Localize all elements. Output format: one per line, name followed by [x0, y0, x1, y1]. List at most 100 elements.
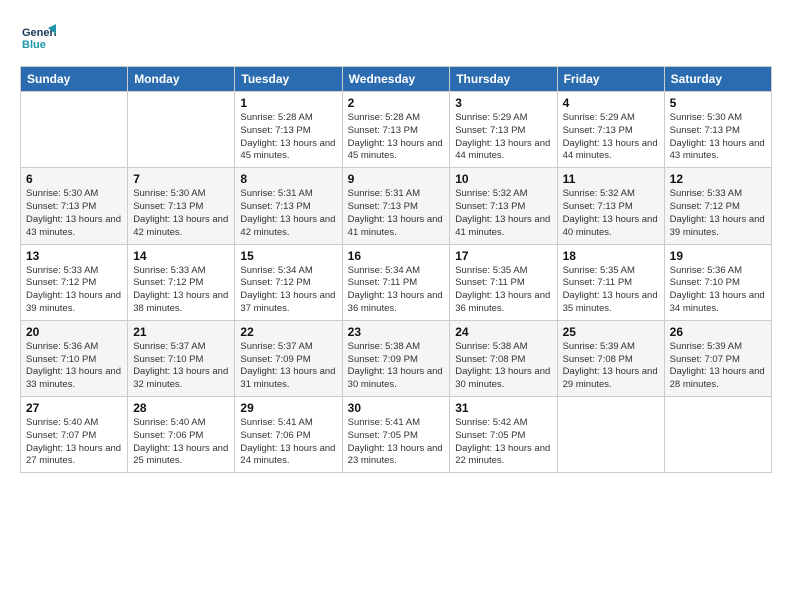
day-number: 9 — [348, 172, 445, 186]
col-header-monday: Monday — [128, 67, 235, 92]
col-header-wednesday: Wednesday — [342, 67, 450, 92]
calendar-cell: 13Sunrise: 5:33 AM Sunset: 7:12 PM Dayli… — [21, 244, 128, 320]
calendar-cell: 4 Sunrise: 5:29 AM Sunset: 7:13 PM Daylig… — [557, 92, 664, 168]
logo: General Blue — [20, 20, 60, 56]
day-number: 29 — [240, 401, 336, 415]
day-number: 12 — [670, 172, 766, 186]
day-info: Sunrise: 5:34 AM Sunset: 7:12 PM Dayligh… — [240, 265, 336, 316]
page-header: General Blue — [20, 20, 772, 56]
logo-icon: General Blue — [20, 20, 56, 56]
day-info: Sunrise: 5:40 AM Sunset: 7:07 PM Dayligh… — [26, 417, 122, 468]
day-number: 5 — [670, 96, 766, 110]
svg-text:Blue: Blue — [22, 39, 46, 51]
calendar-cell: 16 Sunrise: 5:34 AM Sunset: 7:11 PM Dayli… — [342, 244, 450, 320]
calendar-cell: 6Sunrise: 5:30 AM Sunset: 7:13 PM Daylig… — [21, 168, 128, 244]
day-info: Sunrise: 5:30 AM Sunset: 7:13 PM Dayligh… — [133, 188, 229, 239]
calendar-cell — [664, 397, 771, 473]
day-info: Sunrise: 5:37 AM Sunset: 7:10 PM Dayligh… — [133, 341, 229, 392]
day-info: Sunrise: 5:41 AM Sunset: 7:05 PM Dayligh… — [348, 417, 445, 468]
day-number: 1 — [240, 96, 336, 110]
calendar-cell: 3 Sunrise: 5:29 AM Sunset: 7:13 PM Daylig… — [450, 92, 557, 168]
col-header-friday: Friday — [557, 67, 664, 92]
day-number: 14 — [133, 249, 229, 263]
day-number: 15 — [240, 249, 336, 263]
calendar-week-2: 6Sunrise: 5:30 AM Sunset: 7:13 PM Daylig… — [21, 168, 772, 244]
day-number: 24 — [455, 325, 551, 339]
day-number: 25 — [563, 325, 659, 339]
calendar-cell: 21Sunrise: 5:37 AM Sunset: 7:10 PM Dayli… — [128, 320, 235, 396]
day-info: Sunrise: 5:30 AM Sunset: 7:13 PM Dayligh… — [26, 188, 122, 239]
calendar-week-1: 1 Sunrise: 5:28 AM Sunset: 7:13 PM Daylig… — [21, 92, 772, 168]
calendar-cell: 14 Sunrise: 5:33 AM Sunset: 7:12 PM Dayli… — [128, 244, 235, 320]
day-info: Sunrise: 5:39 AM Sunset: 7:08 PM Dayligh… — [563, 341, 659, 392]
day-number: 19 — [670, 249, 766, 263]
calendar-cell: 19 Sunrise: 5:36 AM Sunset: 7:10 PM Dayli… — [664, 244, 771, 320]
day-info: Sunrise: 5:40 AM Sunset: 7:06 PM Dayligh… — [133, 417, 229, 468]
calendar-cell: 28 Sunrise: 5:40 AM Sunset: 7:06 PM Dayli… — [128, 397, 235, 473]
day-number: 28 — [133, 401, 229, 415]
calendar-cell: 18Sunrise: 5:35 AM Sunset: 7:11 PM Dayli… — [557, 244, 664, 320]
day-number: 13 — [26, 249, 122, 263]
calendar-cell: 24Sunrise: 5:38 AM Sunset: 7:08 PM Dayli… — [450, 320, 557, 396]
day-info: Sunrise: 5:28 AM Sunset: 7:13 PM Dayligh… — [240, 112, 336, 163]
day-number: 7 — [133, 172, 229, 186]
day-number: 20 — [26, 325, 122, 339]
day-info: Sunrise: 5:38 AM Sunset: 7:09 PM Dayligh… — [348, 341, 445, 392]
day-number: 8 — [240, 172, 336, 186]
calendar-cell: 25 Sunrise: 5:39 AM Sunset: 7:08 PM Dayli… — [557, 320, 664, 396]
calendar-cell: 8 Sunrise: 5:31 AM Sunset: 7:13 PM Daylig… — [235, 168, 342, 244]
day-info: Sunrise: 5:29 AM Sunset: 7:13 PM Dayligh… — [563, 112, 659, 163]
day-info: Sunrise: 5:32 AM Sunset: 7:13 PM Dayligh… — [563, 188, 659, 239]
day-info: Sunrise: 5:31 AM Sunset: 7:13 PM Dayligh… — [240, 188, 336, 239]
calendar-cell — [21, 92, 128, 168]
day-number: 31 — [455, 401, 551, 415]
calendar-cell: 26 Sunrise: 5:39 AM Sunset: 7:07 PM Dayli… — [664, 320, 771, 396]
day-info: Sunrise: 5:41 AM Sunset: 7:06 PM Dayligh… — [240, 417, 336, 468]
day-number: 22 — [240, 325, 336, 339]
calendar-week-3: 13 Sunrise: 5:33 AM Sunset: 7:12 PM Dayli… — [21, 244, 772, 320]
day-number: 30 — [348, 401, 445, 415]
calendar-cell: 27 Sunrise: 5:40 AM Sunset: 7:07 PM Dayli… — [21, 397, 128, 473]
calendar-table: SundayMondayTuesdayWednesdayThursdayFrid… — [20, 66, 772, 473]
day-number: 4 — [563, 96, 659, 110]
col-header-tuesday: Tuesday — [235, 67, 342, 92]
calendar-cell: 11 Sunrise: 5:32 AM Sunset: 7:13 PM Dayli… — [557, 168, 664, 244]
day-info: Sunrise: 5:29 AM Sunset: 7:13 PM Dayligh… — [455, 112, 551, 163]
calendar-cell: 15 Sunrise: 5:34 AM Sunset: 7:12 PM Dayli… — [235, 244, 342, 320]
day-info: Sunrise: 5:31 AM Sunset: 7:13 PM Dayligh… — [348, 188, 445, 239]
calendar-cell: 17 Sunrise: 5:35 AM Sunset: 7:11 PM Dayli… — [450, 244, 557, 320]
calendar-cell: 23Sunrise: 5:38 AM Sunset: 7:09 PM Dayli… — [342, 320, 450, 396]
calendar-cell: 9 Sunrise: 5:31 AM Sunset: 7:13 PM Daylig… — [342, 168, 450, 244]
day-number: 18 — [563, 249, 659, 263]
day-info: Sunrise: 5:36 AM Sunset: 7:10 PM Dayligh… — [26, 341, 122, 392]
day-number: 16 — [348, 249, 445, 263]
calendar-cell — [557, 397, 664, 473]
day-number: 2 — [348, 96, 445, 110]
calendar-cell: 29 Sunrise: 5:41 AM Sunset: 7:06 PM Dayli… — [235, 397, 342, 473]
calendar-cell: 20 Sunrise: 5:36 AM Sunset: 7:10 PM Dayli… — [21, 320, 128, 396]
day-number: 11 — [563, 172, 659, 186]
calendar-cell: 22 Sunrise: 5:37 AM Sunset: 7:09 PM Dayli… — [235, 320, 342, 396]
day-info: Sunrise: 5:34 AM Sunset: 7:11 PM Dayligh… — [348, 265, 445, 316]
col-header-saturday: Saturday — [664, 67, 771, 92]
day-info: Sunrise: 5:37 AM Sunset: 7:09 PM Dayligh… — [240, 341, 336, 392]
calendar-cell: 2Sunrise: 5:28 AM Sunset: 7:13 PM Daylig… — [342, 92, 450, 168]
day-number: 26 — [670, 325, 766, 339]
calendar-cell: 12Sunrise: 5:33 AM Sunset: 7:12 PM Dayli… — [664, 168, 771, 244]
day-number: 27 — [26, 401, 122, 415]
day-info: Sunrise: 5:36 AM Sunset: 7:10 PM Dayligh… — [670, 265, 766, 316]
day-number: 10 — [455, 172, 551, 186]
calendar-week-5: 27 Sunrise: 5:40 AM Sunset: 7:07 PM Dayli… — [21, 397, 772, 473]
day-info: Sunrise: 5:33 AM Sunset: 7:12 PM Dayligh… — [133, 265, 229, 316]
calendar-cell: 1 Sunrise: 5:28 AM Sunset: 7:13 PM Daylig… — [235, 92, 342, 168]
day-number: 17 — [455, 249, 551, 263]
calendar-week-4: 20 Sunrise: 5:36 AM Sunset: 7:10 PM Dayli… — [21, 320, 772, 396]
day-info: Sunrise: 5:30 AM Sunset: 7:13 PM Dayligh… — [670, 112, 766, 163]
day-info: Sunrise: 5:39 AM Sunset: 7:07 PM Dayligh… — [670, 341, 766, 392]
day-info: Sunrise: 5:35 AM Sunset: 7:11 PM Dayligh… — [455, 265, 551, 316]
calendar-cell — [128, 92, 235, 168]
calendar-cell: 31 Sunrise: 5:42 AM Sunset: 7:05 PM Dayli… — [450, 397, 557, 473]
col-header-thursday: Thursday — [450, 67, 557, 92]
day-number: 3 — [455, 96, 551, 110]
day-info: Sunrise: 5:42 AM Sunset: 7:05 PM Dayligh… — [455, 417, 551, 468]
